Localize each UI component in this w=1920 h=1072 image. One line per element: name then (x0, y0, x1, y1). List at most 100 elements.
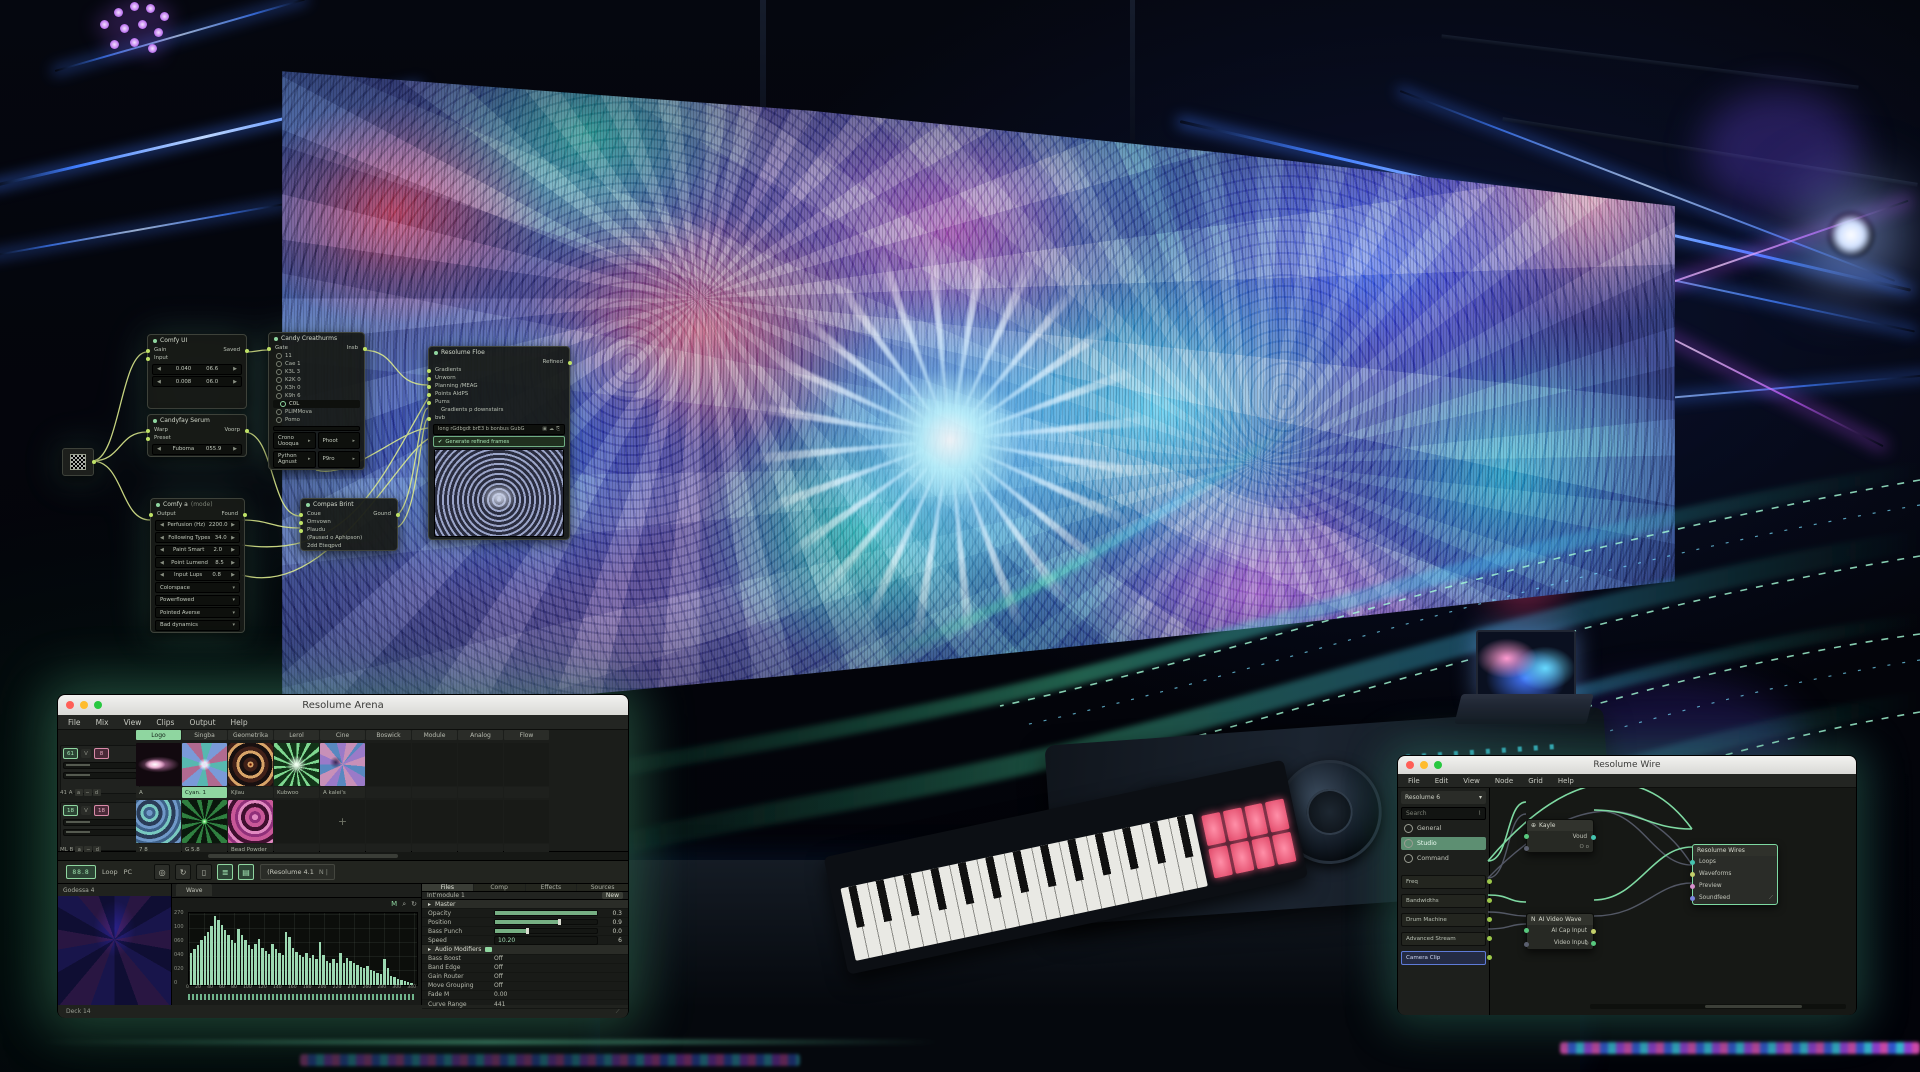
column-header-boswick[interactable]: Boswick (366, 730, 411, 740)
output-port[interactable] (245, 349, 249, 353)
clip-cell[interactable] (136, 743, 181, 786)
clip-cell[interactable] (320, 743, 365, 786)
param-slider[interactable] (494, 928, 598, 934)
panel-port-preview[interactable]: Preview (1693, 880, 1777, 892)
input-port[interactable] (146, 437, 150, 441)
clip-label[interactable]: A (136, 787, 181, 798)
refresh-icon[interactable]: ↻ (411, 900, 417, 909)
columns-icon[interactable]: ▤ (238, 864, 254, 880)
output-port[interactable] (245, 429, 249, 433)
menu-help[interactable]: Help (1558, 777, 1574, 785)
bpm-display[interactable]: 88.8 (66, 865, 96, 879)
layer-solo-button[interactable]: V (81, 749, 91, 758)
output-port[interactable] (1591, 835, 1596, 840)
node-compas-brint[interactable]: Compas BrintCoueGoundOmvownPlaudu(Paused… (300, 498, 398, 551)
param-row-position[interactable]: Position0.9 (422, 918, 628, 927)
param-tab-comp[interactable]: Comp (474, 884, 525, 891)
layer-opacity-slider[interactable] (63, 762, 137, 769)
layer-solo-button[interactable]: V (81, 806, 91, 815)
input-port[interactable] (299, 521, 303, 525)
tab-wave[interactable]: Wave (176, 884, 212, 896)
column-header-flow[interactable]: Flow (504, 730, 549, 740)
slider-row[interactable]: ◀Fuboma055.9▶ (152, 444, 242, 455)
layer-bypass-button[interactable]: 18 (63, 805, 78, 816)
option-row[interactable]: K2K 0 (269, 376, 364, 384)
param-slider[interactable] (494, 919, 598, 925)
input-port[interactable] (427, 385, 431, 389)
clip-label[interactable]: Kjlau (228, 787, 273, 798)
layer-speed-slider[interactable] (63, 829, 137, 836)
node-resolume-floe[interactable]: Resolume FloeRefinedGradientsUnwornPlann… (428, 346, 570, 540)
clip-label[interactable]: Cyan. 1 (182, 787, 227, 798)
clip-cell[interactable] (412, 743, 457, 786)
layer-bypass-button[interactable]: 61 (63, 748, 78, 759)
slider-handle[interactable] (558, 919, 561, 925)
node-kayle[interactable]: ⊕Kayle Voud O o (1526, 819, 1594, 853)
param-row-fade-m[interactable]: Fade M0.00 (422, 991, 628, 1000)
clip-cell[interactable] (274, 743, 319, 786)
dropdown-row[interactable]: Crono Uooqua▸ (273, 432, 316, 449)
input-port[interactable] (427, 417, 431, 421)
output-port[interactable] (1591, 941, 1596, 946)
option-row[interactable]: 11 (269, 352, 364, 360)
output-port[interactable] (1591, 929, 1596, 934)
sync-icon[interactable]: ↻ (175, 864, 191, 880)
clip-cell[interactable] (274, 800, 319, 843)
input-port[interactable] (427, 377, 431, 381)
loop-label[interactable]: Loop (102, 868, 118, 876)
minimize-button[interactable] (80, 701, 88, 709)
list-icon[interactable]: ≣ (217, 864, 233, 880)
source-node[interactable] (62, 448, 94, 476)
composition-tab[interactable]: (Resolume 4.1 N | (260, 864, 335, 880)
column-header-logo[interactable]: Logo (136, 730, 181, 740)
input-port[interactable] (267, 347, 271, 351)
layer-x-button[interactable]: 8 (94, 748, 109, 759)
menu-help[interactable]: Help (231, 718, 248, 727)
clip-cell[interactable] (182, 800, 227, 843)
zoom-button[interactable] (94, 701, 102, 709)
dropdown-row[interactable]: Python Agnust▸ (273, 451, 316, 468)
device-icon[interactable]: ▯ (196, 864, 212, 880)
dropdown-row[interactable]: Bad dynamics▾ (155, 620, 240, 631)
metronome-icon[interactable]: ◎ (154, 864, 170, 880)
input-port[interactable] (1524, 942, 1529, 947)
menu-view[interactable]: View (1463, 777, 1480, 785)
slider-row[interactable]: ◀Point Lumend8.5▶ (155, 557, 240, 568)
menu-file[interactable]: File (1408, 777, 1420, 785)
layer-strip[interactable]: 41 Aa−d (60, 787, 134, 798)
clip-cell[interactable] (366, 743, 411, 786)
window-controls[interactable] (1406, 761, 1442, 769)
layer-strip-button[interactable]: − (84, 789, 92, 796)
clip-cell[interactable] (504, 800, 549, 843)
input-port[interactable] (146, 357, 150, 361)
panel-port-soundfeed[interactable]: Soundfeed (1693, 892, 1777, 904)
param-input[interactable]: 10.20 (494, 936, 598, 945)
spectrum-chart[interactable] (188, 912, 418, 986)
node-candyfay-serum[interactable]: Candyfay SerumWarpVoorpPreset◀Fuboma055.… (147, 414, 247, 457)
clip-label[interactable] (458, 787, 503, 798)
input-port[interactable] (149, 513, 153, 517)
wire-titlebar[interactable]: Resolume Wire (1398, 756, 1856, 774)
output-port[interactable] (568, 361, 572, 365)
menu-edit[interactable]: Edit (1435, 777, 1449, 785)
input-port[interactable] (299, 513, 303, 517)
wire-menubar[interactable]: FileEditViewNodeGridHelp (1398, 774, 1856, 788)
slider-row[interactable]: ◀Following Types34.0▶ (155, 532, 240, 543)
node-comfy-ui[interactable]: Comfy UIGainSavedInput◀0.04006.6▶◀0.0080… (147, 334, 247, 409)
clip-cell[interactable] (228, 743, 273, 786)
column-header-geometrika[interactable]: Geometrika (228, 730, 273, 740)
column-header-analog[interactable]: Analog (458, 730, 503, 740)
output-port[interactable] (243, 513, 247, 517)
clip-label[interactable] (504, 787, 549, 798)
param-row-speed[interactable]: Speed10.206 (422, 936, 628, 945)
menu-mix[interactable]: Mix (96, 718, 109, 727)
column-header-singba[interactable]: Singba (182, 730, 227, 740)
image-icon[interactable]: ▣ (542, 426, 547, 432)
resolume-arena-window[interactable]: Resolume Arena FileMixViewClipsOutputHel… (58, 695, 628, 1017)
option-row[interactable]: K3L 3 (269, 368, 364, 376)
clip-cell[interactable] (458, 743, 503, 786)
input-port[interactable] (1524, 834, 1529, 839)
param-row-band-edge[interactable]: Band EdgeOff (422, 964, 628, 973)
scrollbar-handle[interactable] (208, 854, 398, 858)
menu-view[interactable]: View (124, 718, 142, 727)
